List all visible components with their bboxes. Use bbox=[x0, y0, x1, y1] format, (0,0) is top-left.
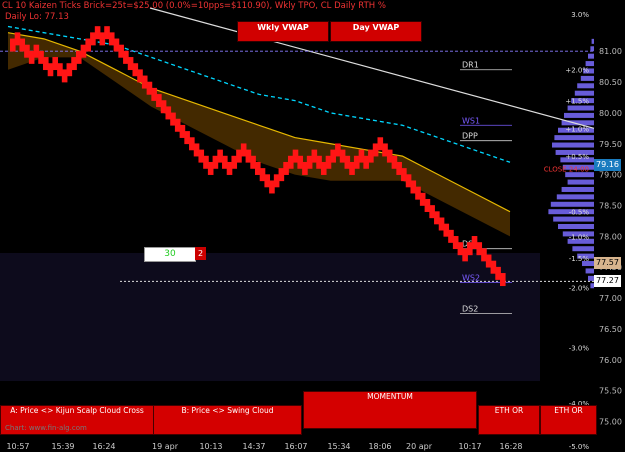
y-tick-label: 79.50 bbox=[599, 140, 622, 149]
tpo-bar bbox=[558, 224, 594, 229]
tpo-bar bbox=[580, 75, 594, 81]
renko-brick bbox=[500, 273, 506, 287]
x-tick-label: 16:07 bbox=[284, 442, 307, 451]
level-label-ws1: WS1 bbox=[462, 116, 480, 125]
tpo-bar bbox=[564, 112, 594, 118]
x-tick-label: 15:34 bbox=[327, 442, 350, 451]
tpo-bar bbox=[591, 38, 594, 44]
tpo-bar bbox=[567, 179, 594, 185]
pct-label: +2.0% bbox=[565, 67, 589, 75]
chart-subtitle: Daily Lo: 77.13 bbox=[5, 12, 69, 22]
y-tick-label: 75.00 bbox=[599, 417, 622, 426]
pct-label: -2.0% bbox=[569, 285, 590, 293]
tpo-bar bbox=[553, 216, 594, 222]
price-flag: 79.16 bbox=[594, 158, 621, 171]
y-tick-label: 77.00 bbox=[599, 294, 622, 303]
x-tick-label: 10:17 bbox=[458, 442, 481, 451]
pct-label: -5.0% bbox=[569, 443, 590, 451]
pct-label: -1.0% bbox=[569, 233, 590, 241]
tpo-bar bbox=[585, 268, 594, 274]
y-tick-label: 78.50 bbox=[599, 201, 622, 210]
pct-label: 3.0% bbox=[571, 11, 589, 19]
tpo-bar bbox=[556, 194, 594, 200]
pct-label: +1.0% bbox=[565, 125, 589, 133]
price-flag: 77.57 bbox=[594, 256, 621, 269]
y-tick-label: 80.00 bbox=[599, 109, 622, 118]
tpo-bar bbox=[561, 186, 594, 192]
tpo-bar bbox=[588, 53, 594, 59]
y-tick-label: 78.00 bbox=[599, 232, 622, 241]
level-label-ds2: DS2 bbox=[462, 304, 478, 313]
x-tick-label: 16:24 bbox=[92, 442, 115, 451]
price-flag: 77.27 bbox=[594, 275, 621, 288]
chart-title: CL 10 Kaizen Ticks Brick=25t=$25.00 (0.0… bbox=[2, 1, 386, 11]
day-vwap-button[interactable]: Day VWAP bbox=[330, 21, 422, 42]
level-label-dr1: DR1 bbox=[462, 61, 479, 70]
x-tick-label: 15:39 bbox=[51, 442, 74, 451]
x-tick-label: 18:06 bbox=[368, 442, 391, 451]
brick-counter-badge: 2 bbox=[195, 247, 206, 260]
eth-or-button-1[interactable]: ETH OR bbox=[478, 405, 540, 435]
level-label-dpp: DPP bbox=[462, 132, 478, 141]
y-tick-label: 80.50 bbox=[599, 78, 622, 87]
pct-label: -3.0% bbox=[569, 344, 590, 352]
pct-label: -1.5% bbox=[569, 255, 590, 263]
renko-chart: DR1WS1DPPDS1WS2DS2 81.0080.5080.0079.507… bbox=[0, 0, 625, 452]
pct-label: CLOSE 24:00 bbox=[544, 165, 589, 173]
y-tick-label: 76.00 bbox=[599, 356, 622, 365]
tpo-bar bbox=[552, 142, 594, 148]
wkly-vwap-button[interactable]: Wkly VWAP bbox=[237, 21, 329, 42]
y-tick-label: 75.50 bbox=[599, 387, 622, 396]
tpo-bar bbox=[585, 61, 594, 67]
tpo-bar bbox=[572, 246, 594, 252]
tpo-bar bbox=[550, 201, 594, 207]
tpo-bar bbox=[567, 105, 594, 111]
x-tick-label: 14:37 bbox=[242, 442, 265, 451]
x-tick-label: 10:57 bbox=[6, 442, 29, 451]
momentum-button[interactable]: MOMENTUM bbox=[303, 391, 477, 429]
chart-background bbox=[0, 0, 625, 452]
x-tick-label: 20 apr bbox=[406, 442, 433, 451]
y-tick-label: 79.00 bbox=[599, 171, 622, 180]
x-tick-label: 16:28 bbox=[499, 442, 522, 451]
y-tick-label: 76.50 bbox=[599, 325, 622, 334]
pct-label: -0.5% bbox=[569, 209, 590, 217]
pct-label: +1.5% bbox=[565, 98, 589, 106]
tpo-bar bbox=[554, 135, 594, 141]
tpo-bar bbox=[574, 90, 594, 96]
price-swing-cloud-button[interactable]: B: Price <> Swing Cloud bbox=[153, 405, 302, 435]
x-tick-label: 10:13 bbox=[199, 442, 222, 451]
chart-credit: Chart: www.fin-alg.com bbox=[5, 424, 87, 432]
brick-counter: 30 bbox=[144, 247, 196, 262]
lower-shade bbox=[0, 253, 540, 381]
level-label-ws2: WS2 bbox=[462, 274, 480, 283]
tpo-bar bbox=[577, 83, 594, 89]
eth-or-button-2[interactable]: ETH OR bbox=[540, 405, 597, 435]
tpo-bar bbox=[590, 46, 594, 52]
x-tick-label: 19 apr bbox=[152, 442, 179, 451]
y-tick-label: 81.00 bbox=[599, 47, 622, 56]
pct-label: +0.5% bbox=[565, 153, 589, 161]
